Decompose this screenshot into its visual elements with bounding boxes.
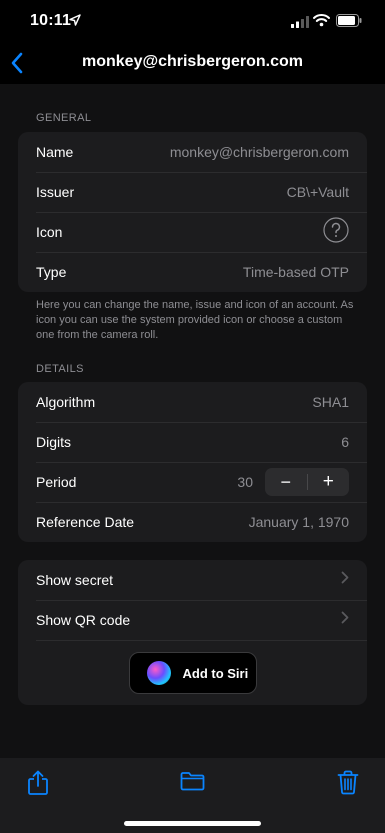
name-value: monkey@chrisbergeron.com xyxy=(169,144,349,160)
show-qr-code-label: Show QR code xyxy=(36,612,131,628)
period-value: 30 xyxy=(237,474,253,490)
digits-value: 6 xyxy=(341,434,349,450)
period-label: Period xyxy=(36,474,77,490)
share-icon[interactable] xyxy=(26,770,50,801)
actions-group: Show secret Show QR code Add to Siri xyxy=(18,560,367,705)
type-label: Type xyxy=(36,264,67,280)
trash-icon[interactable] xyxy=(337,770,359,800)
home-indicator xyxy=(124,821,261,826)
reference-date-label: Reference Date xyxy=(36,514,135,530)
page-title: monkey@chrisbergeron.com xyxy=(82,53,303,70)
plus-icon: + xyxy=(322,471,334,492)
location-arrow-icon xyxy=(69,13,81,31)
period-row: Period 30 − + xyxy=(18,462,367,502)
status-bar: 10:11 xyxy=(0,0,385,44)
wifi-icon xyxy=(313,13,330,32)
show-qr-code-row[interactable]: Show QR code xyxy=(18,600,367,640)
type-row[interactable]: Type Time-based OTP xyxy=(18,252,367,292)
question-mark-circle-icon[interactable] xyxy=(323,216,349,248)
general-section-header: GENERAL xyxy=(36,112,92,124)
digits-row[interactable]: Digits 6 xyxy=(18,422,367,462)
issuer-row[interactable]: Issuer CB\+Vault xyxy=(18,172,367,212)
reference-date-value: January 1, 1970 xyxy=(248,514,349,530)
show-secret-label: Show secret xyxy=(36,572,114,588)
bottom-toolbar xyxy=(0,758,385,833)
name-label: Name xyxy=(36,144,74,160)
period-stepper: − + xyxy=(265,468,349,496)
type-value: Time-based OTP xyxy=(242,264,349,280)
issuer-label: Issuer xyxy=(36,184,75,200)
siri-button-container: Add to Siri xyxy=(36,640,367,705)
icon-label: Icon xyxy=(36,224,63,240)
digits-label: Digits xyxy=(36,434,72,450)
status-time: 10:11 xyxy=(30,12,72,29)
add-to-siri-button[interactable]: Add to Siri xyxy=(128,652,257,694)
algorithm-row[interactable]: Algorithm SHA1 xyxy=(18,382,367,422)
battery-icon xyxy=(336,14,362,32)
period-increment-button[interactable]: + xyxy=(308,468,350,496)
general-group: Name monkey@chrisbergeron.com Issuer CB\… xyxy=(18,132,367,292)
algorithm-label: Algorithm xyxy=(36,394,96,410)
reference-date-row[interactable]: Reference Date January 1, 1970 xyxy=(18,502,367,542)
issuer-value: CB\+Vault xyxy=(286,184,349,200)
details-section-header: DETAILS xyxy=(36,363,84,375)
add-to-siri-label: Add to Siri xyxy=(182,665,249,681)
navigation-bar: monkey@chrisbergeron.com xyxy=(0,44,385,84)
name-row[interactable]: Name monkey@chrisbergeron.com xyxy=(18,132,367,172)
icon-row[interactable]: Icon xyxy=(18,212,367,252)
cellular-signal-icon xyxy=(291,15,309,33)
chevron-right-icon xyxy=(341,571,349,589)
show-secret-row[interactable]: Show secret xyxy=(18,560,367,600)
details-group: Algorithm SHA1 Digits 6 Period 30 − + Re… xyxy=(18,382,367,542)
algorithm-value: SHA1 xyxy=(312,394,349,410)
general-footer-note: Here you can change the name, issue and … xyxy=(36,299,354,341)
minus-icon: − xyxy=(280,471,291,492)
settings-content[interactable]: GENERAL Name monkey@chrisbergeron.com Is… xyxy=(0,84,385,758)
period-decrement-button[interactable]: − xyxy=(265,468,307,496)
siri-icon xyxy=(146,661,171,685)
folder-icon[interactable] xyxy=(180,771,205,796)
chevron-right-icon xyxy=(341,611,349,629)
